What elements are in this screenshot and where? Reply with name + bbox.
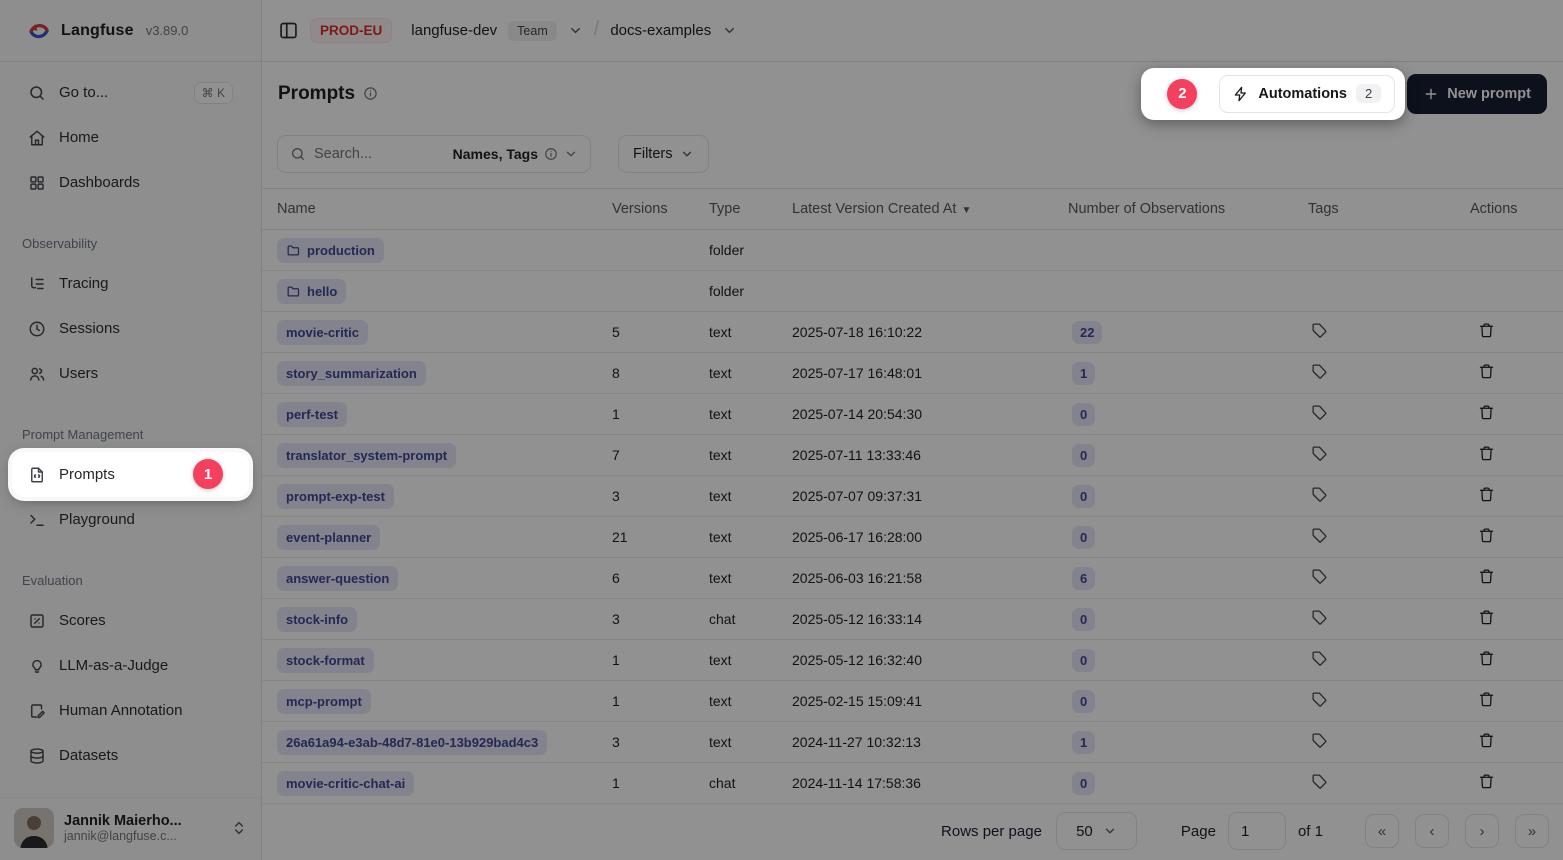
automations-label: Automations — [1258, 86, 1347, 102]
annotation-badge-1: 1 — [193, 459, 223, 489]
zap-icon — [1233, 86, 1249, 102]
langfuse-app: Langfuse v3.89.0 Go to... ⌘ K Home — [0, 0, 1563, 860]
sidebar-item-label: Prompts — [59, 466, 115, 483]
automations-count: 2 — [1356, 84, 1381, 103]
automations-button[interactable]: Automations 2 — [1219, 75, 1395, 113]
automations-callout: 2 Automations 2 — [1141, 68, 1405, 120]
dim-overlay — [0, 0, 1563, 860]
sidebar-item-prompts[interactable]: Prompts 1 — [12, 452, 249, 497]
prompts-icon — [28, 466, 46, 484]
annotation-badge-2: 2 — [1167, 79, 1197, 109]
